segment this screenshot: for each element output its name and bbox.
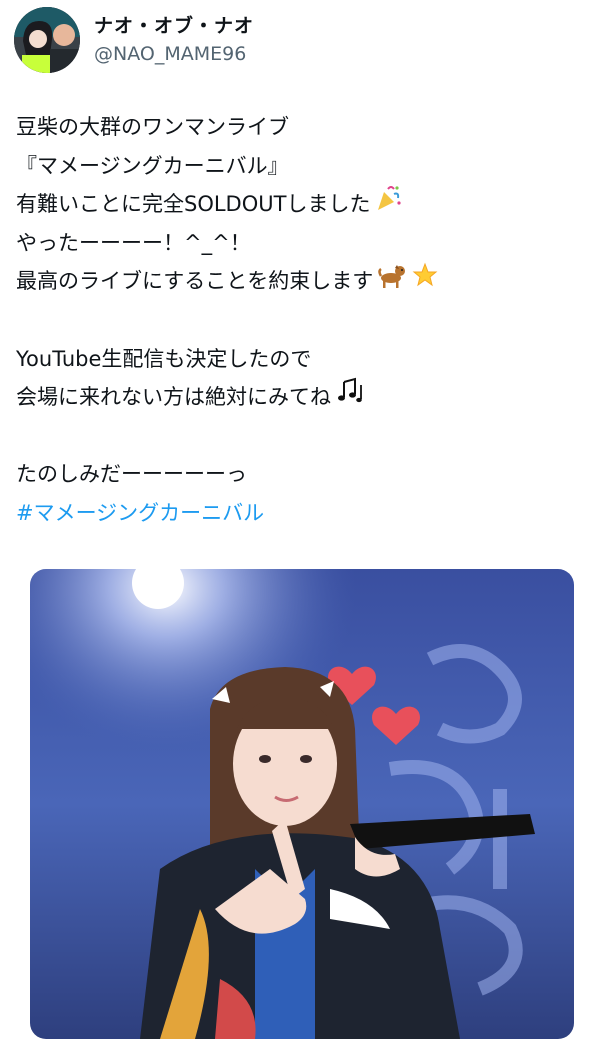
tweet-line: YouTube生配信も決定したので [16,340,586,379]
tweet-text: 豆柴の大群のワンマンライブ 『マメージングカーニバル』 有難いことに完全SOLD… [16,108,586,533]
tweet-line-text: 有難いことに完全SOLDOUTしました [16,192,371,217]
tweet-line: 有難いことに完全SOLDOUTしました [16,185,586,224]
dog-icon [377,261,407,302]
tweet-line-text: 会場に来れない方は絶対にみてね [16,385,331,410]
tweet-line: たのしみだーーーーーっ [16,455,586,494]
tweet-line: 豆柴の大群のワンマンライブ [16,108,586,147]
hashtag-link[interactable]: #マメージングカーニバル [16,494,264,533]
tweet-photo[interactable] [30,569,574,1039]
tweet-line-text: たのしみだーーーーーっ [16,462,247,487]
tweet-line: やったーーーー！^_^！ [16,224,586,263]
tweet-line: 会場に来れない方は絶対にみてね [16,377,586,418]
glowing-star-icon [411,261,439,302]
tweet-line-text: YouTube生配信も決定したので [16,346,312,371]
tweet-line-text: やったーーーー！^_^！ [16,230,251,255]
avatar[interactable] [14,7,80,73]
tweet-line [16,417,586,456]
avatar-image [14,7,80,73]
tweet-line: 最高のライブにすることを約束します [16,262,586,301]
party-popper-icon [374,184,402,225]
tweet-line [16,301,586,340]
tweet-line-text: 豆柴の大群のワンマンライブ [16,115,289,139]
music-notes-icon [335,377,365,418]
tweet-header: ナオ・オブ・ナオ @NAO_MAME96 [14,6,254,74]
display-name[interactable]: ナオ・オブ・ナオ [94,13,254,39]
tweet-line: #マメージングカーニバル [16,494,586,533]
tweet-line-text: 最高のライブにすることを約束します [16,269,374,294]
user-handle[interactable]: @NAO_MAME96 [94,41,254,67]
tweet-line-text: 『マメージングカーニバル』 [16,153,289,178]
tweet-line: 『マメージングカーニバル』 [16,147,586,186]
stage-photo [30,569,574,1039]
